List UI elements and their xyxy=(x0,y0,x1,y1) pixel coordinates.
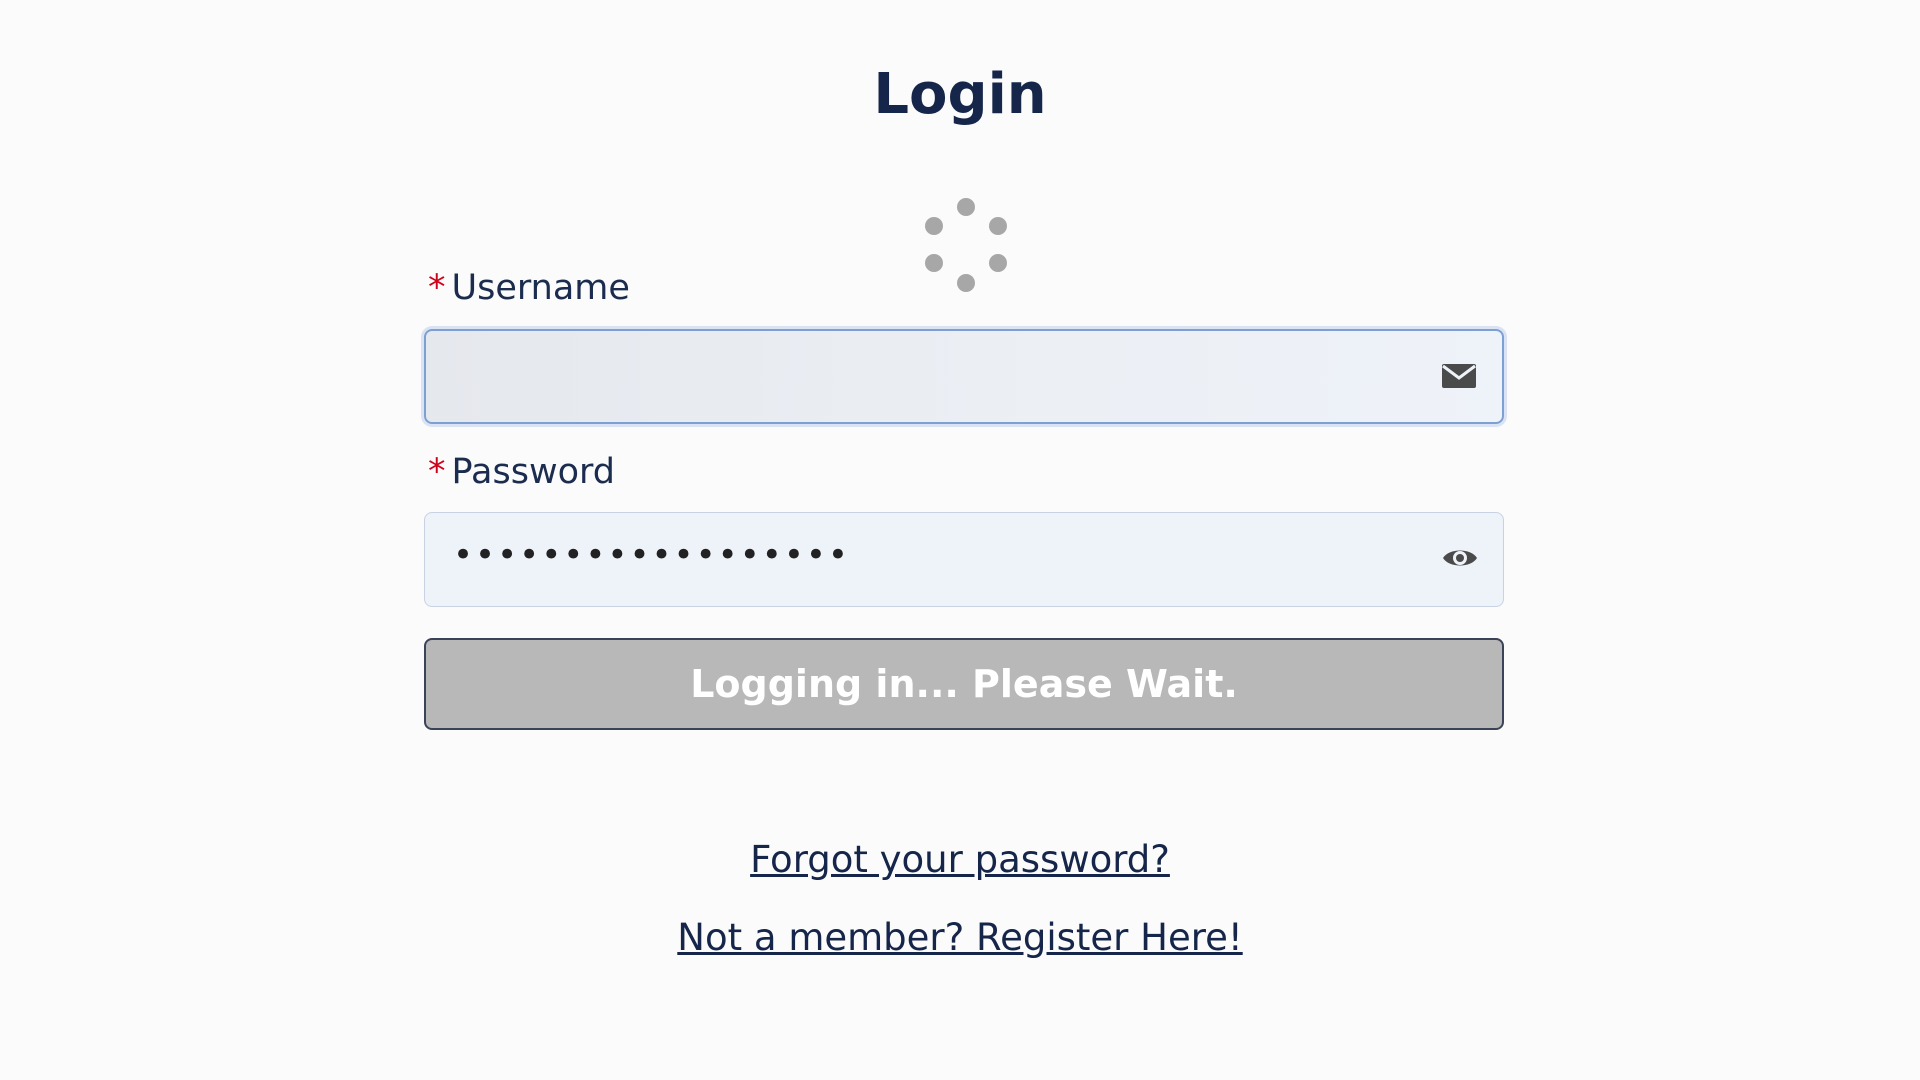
login-page: Login * Username * Password ••••••••••••… xyxy=(0,0,1920,1080)
username-input[interactable] xyxy=(454,353,1358,395)
password-field[interactable]: •••••••••••••••••• xyxy=(424,512,1504,607)
required-marker: * xyxy=(428,452,446,492)
username-field[interactable] xyxy=(424,329,1504,424)
eye-icon[interactable] xyxy=(1441,539,1479,577)
password-input[interactable]: •••••••••••••••••• xyxy=(453,535,1353,575)
page-title: Login xyxy=(873,62,1047,127)
login-button[interactable]: Logging in... Please Wait. xyxy=(424,638,1504,730)
username-label-text: Username xyxy=(451,268,630,308)
register-link[interactable]: Not a member? Register Here! xyxy=(677,916,1242,959)
forgot-password-link-row: Forgot your password? xyxy=(0,838,1920,881)
username-label: * Username xyxy=(428,268,630,308)
password-label-text: Password xyxy=(451,452,615,492)
envelope-icon xyxy=(1442,364,1476,388)
register-link-row: Not a member? Register Here! xyxy=(0,916,1920,959)
forgot-password-link[interactable]: Forgot your password? xyxy=(750,838,1170,881)
required-marker: * xyxy=(428,268,446,308)
password-label: * Password xyxy=(428,452,615,492)
loading-spinner-icon xyxy=(920,198,1012,294)
